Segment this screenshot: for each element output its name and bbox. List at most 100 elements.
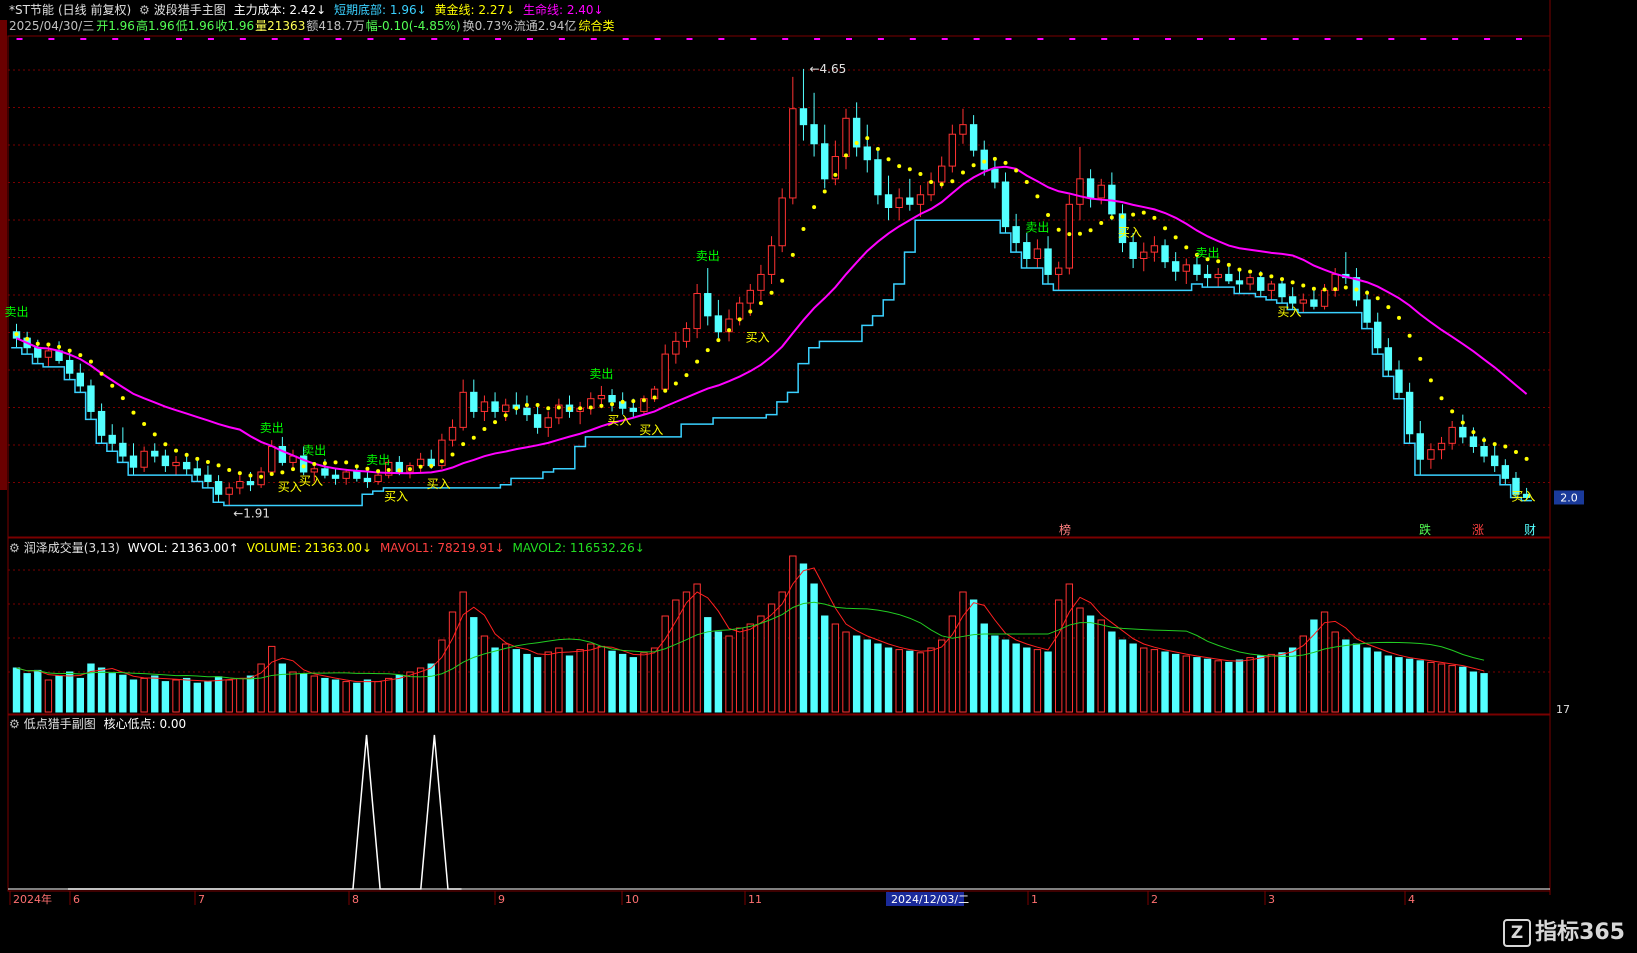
- candle-body: [161, 455, 170, 467]
- candle-body: [533, 414, 542, 428]
- volume-bar: [1320, 611, 1329, 713]
- volume-axis-label: 17: [1556, 703, 1570, 716]
- candle-body: [1416, 433, 1424, 460]
- gold-dot: [461, 442, 466, 447]
- volume-bar: [650, 647, 659, 713]
- candle-body: [1193, 264, 1201, 275]
- volume-bar: [395, 674, 404, 713]
- gold-dot: [407, 467, 412, 472]
- top-marker: [48, 38, 55, 40]
- gold-dot: [833, 172, 838, 177]
- candle-body: [34, 347, 42, 358]
- buy-signal-label: 买入: [1511, 490, 1535, 504]
- top-marker: [1165, 38, 1172, 40]
- candle-body: [278, 445, 287, 463]
- top-marker: [495, 38, 502, 40]
- candle-body: [948, 133, 957, 167]
- volume-bar: [608, 650, 616, 713]
- chart-canvas[interactable]: 卖出卖出卖出卖出卖出卖出卖出卖出买入买入买入买入买入买入买入买入买入买入←4.6…: [0, 0, 1637, 953]
- gold-dot: [524, 403, 529, 408]
- last-price-text: 2.0: [1560, 491, 1578, 504]
- top-marker: [941, 38, 948, 40]
- candle-body: [1097, 184, 1105, 199]
- gold-dot: [259, 474, 264, 479]
- gold-dot: [684, 373, 689, 378]
- volume-bar: [1384, 655, 1393, 713]
- candle-body: [448, 426, 457, 441]
- volume-bar: [55, 675, 63, 713]
- volume-bar: [491, 647, 499, 713]
- gold-dot: [1056, 227, 1061, 232]
- gold-dot: [971, 163, 976, 168]
- candle-body: [693, 293, 701, 330]
- gold-dot: [1407, 333, 1412, 338]
- gold-dot: [588, 405, 593, 410]
- gear-icon[interactable]: ⚙: [9, 541, 20, 555]
- gold-dot: [397, 468, 402, 473]
- volume-bar: [268, 645, 276, 713]
- top-marker: [1388, 38, 1395, 40]
- candle-body: [661, 353, 669, 390]
- top-marker: [1324, 38, 1331, 40]
- volume-bar: [778, 591, 786, 713]
- candle-body: [310, 468, 318, 473]
- gold-dot: [418, 464, 423, 469]
- gold-dot: [174, 448, 179, 453]
- candle-body: [236, 481, 244, 489]
- short-bottom-value: 短期底部: 1.96↓: [334, 3, 427, 17]
- sell-signal-label: 卖出: [302, 443, 326, 457]
- quote-sector[interactable]: 综合类: [578, 19, 614, 33]
- gold-dot: [897, 164, 902, 169]
- volume-bar: [799, 563, 808, 713]
- gold-dot: [1460, 420, 1465, 425]
- candle-body: [151, 450, 159, 457]
- gold-dot: [1280, 277, 1285, 282]
- gold-dot: [950, 179, 955, 184]
- candle-body: [1235, 280, 1244, 285]
- gold-dot: [429, 463, 434, 468]
- volume-bar: [331, 679, 340, 713]
- candle-body: [1065, 203, 1074, 269]
- volume-bar: [1310, 619, 1318, 713]
- gear-icon[interactable]: ⚙: [9, 717, 20, 731]
- candle-body: [810, 124, 818, 145]
- quote-high: 高1.96: [135, 19, 175, 33]
- candle-body: [672, 340, 680, 355]
- gold-dot: [1418, 356, 1423, 361]
- indicator-name[interactable]: 波段猎手主图: [154, 3, 226, 17]
- candle-body: [895, 197, 903, 209]
- candle-body: [1150, 245, 1159, 253]
- stock-name[interactable]: *ST节能: [9, 3, 54, 17]
- period-label[interactable]: (日线 前复权): [58, 3, 131, 17]
- gold-dot: [1471, 430, 1476, 435]
- gold-dot: [1482, 438, 1487, 443]
- candle-body: [129, 455, 138, 468]
- gold-dot: [1333, 287, 1338, 292]
- volume-bar: [1342, 639, 1350, 713]
- date-label: 4: [1408, 893, 1415, 906]
- sub-indicator-name[interactable]: 低点猎手副图: [24, 717, 96, 731]
- volume-bar: [1171, 653, 1180, 713]
- gold-dot: [386, 467, 391, 472]
- top-marker: [1452, 38, 1459, 40]
- sub-panel-border: [7, 714, 1551, 892]
- candle-body: [374, 474, 382, 483]
- top-marker: [16, 38, 23, 40]
- gear-icon[interactable]: ⚙: [139, 3, 150, 17]
- candle-body: [1044, 248, 1052, 275]
- volume-bar: [991, 635, 999, 713]
- sell-signal-label: 卖出: [1025, 220, 1049, 234]
- gold-dot: [939, 182, 944, 187]
- gold-dot: [705, 348, 710, 353]
- volume-bar: [1235, 659, 1244, 713]
- gold-dot: [322, 461, 327, 466]
- gold-dot: [1492, 442, 1497, 447]
- volume-bar: [565, 655, 574, 713]
- gold-dot: [886, 157, 891, 162]
- buy-signal-label: 买入: [384, 490, 408, 504]
- volume-indicator-name[interactable]: 润泽成交量(3,13): [24, 541, 120, 555]
- gold-dot: [716, 338, 721, 343]
- quote-turnover: 换0.73%: [462, 19, 513, 33]
- candle-body: [842, 117, 850, 158]
- watermark: Z 指标365: [1503, 914, 1625, 947]
